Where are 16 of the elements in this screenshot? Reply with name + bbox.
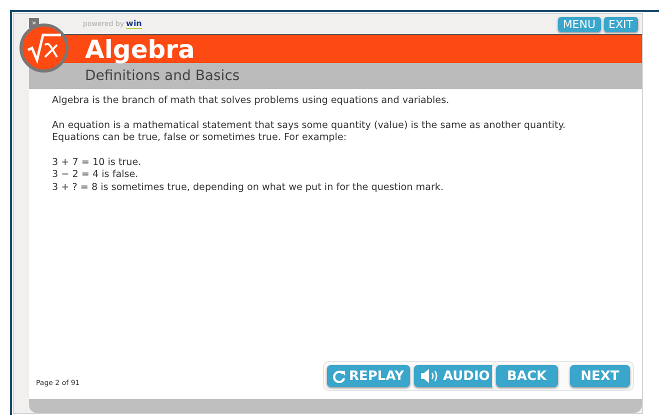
body-text: 3 + ? = 8 is sometimes true, depending on what we put in for the question mark. (52, 182, 445, 194)
body-text: Algebra is the branch of math that solves problems using equations and variables. (52, 95, 450, 108)
brand-logo: win (126, 19, 142, 29)
speaker-icon (420, 369, 440, 383)
replay-button[interactable]: REPLAY (327, 365, 410, 387)
body-text: An equation is a mathematical statement that says some quantity (value) is the same as another quantity. (52, 120, 567, 132)
exit-button[interactable]: EXIT (604, 17, 638, 32)
back-button[interactable]: BACK (496, 365, 558, 387)
next-button[interactable]: NEXT (570, 365, 630, 387)
body-text: Equations can be true, false or sometimes true. For example: (52, 132, 348, 144)
course-title: Algebra (85, 36, 195, 62)
menu-button[interactable]: MENU (558, 17, 601, 32)
replay-icon (333, 370, 346, 382)
body-text: 3 + 7 = 10 is true. (52, 156, 142, 169)
lesson-subtitle: Definitions and Basics (85, 68, 240, 84)
body-text: 3 − 2 = 4 is false. (52, 169, 140, 182)
